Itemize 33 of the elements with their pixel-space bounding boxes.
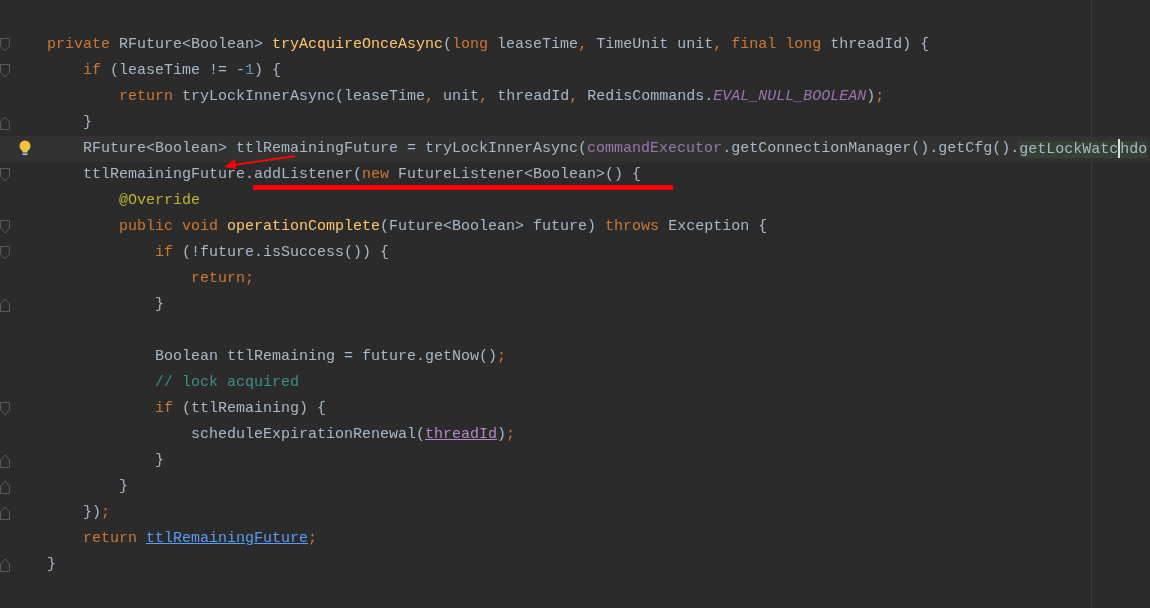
fold-icon[interactable] [0, 116, 10, 130]
code-line: @Override [118, 192, 201, 210]
fold-icon[interactable] [0, 246, 10, 260]
fold-icon[interactable] [0, 480, 10, 494]
code-line: public void operationComplete(Future<Boolean> future) throws Exception { [118, 218, 768, 236]
code-line: scheduleExpirationRenewal(threadId); [190, 426, 516, 444]
fold-icon[interactable] [0, 454, 10, 468]
code-line: // lock acquired [154, 374, 300, 392]
code-line: if (ttlRemaining) { [154, 400, 327, 418]
code-line: }); [82, 504, 111, 522]
fold-icon[interactable] [0, 64, 10, 78]
code-line: } [82, 114, 92, 132]
code-line: } [118, 478, 128, 496]
lightbulb-icon[interactable] [19, 140, 31, 156]
code-line: if (!future.isSuccess()) { [154, 244, 390, 262]
code-line: return; [190, 270, 255, 288]
code-line: } [47, 556, 56, 574]
code-line: return ttlRemainingFuture; [82, 530, 318, 548]
code-line: Boolean ttlRemaining = future.getNow(); [154, 348, 507, 366]
fold-icon[interactable] [0, 168, 10, 182]
code-line: RFuture<Boolean> ttlRemainingFuture = tryLockInnerAsync(commandExecutor.getConnectionManager().getCfg().getLockWatc hdo [82, 139, 1148, 159]
fold-icon[interactable] [0, 506, 10, 520]
fold-icon[interactable] [0, 298, 10, 312]
code-line: private RFuture<Boolean> tryAcquireOnceAsync(long leaseTime, TimeUnit unit, final long threadId) { [47, 36, 930, 54]
code-line: if (leaseTime != -1) { [82, 62, 282, 80]
code-line: return tryLockInnerAsync(leaseTime, unit, threadId, RedisCommands.EVAL_NULL_BOOLEAN); [118, 88, 885, 106]
fold-icon[interactable] [0, 402, 10, 416]
code-line: } [154, 452, 165, 470]
fold-icon[interactable] [0, 38, 10, 52]
fold-icon[interactable] [0, 220, 10, 234]
code-line: ttlRemainingFuture.addListener(new FutureListener<Boolean>() { [82, 166, 642, 184]
fold-icon[interactable] [0, 558, 10, 572]
code-line: } [154, 296, 165, 314]
